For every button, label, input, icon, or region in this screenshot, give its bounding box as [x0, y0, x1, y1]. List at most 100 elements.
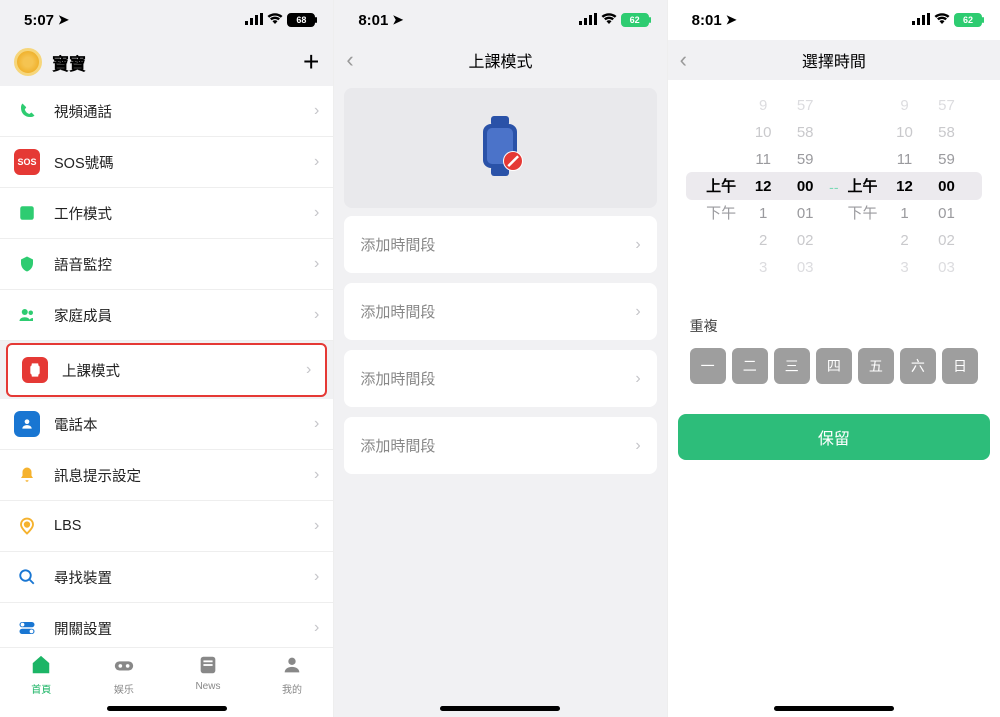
picker-row[interactable]: 上午 — [701, 175, 741, 199]
picker-row[interactable]: 下午 — [842, 202, 882, 226]
picker-row[interactable]: 10 — [743, 121, 783, 145]
picker-row[interactable]: 01 — [785, 202, 825, 226]
day-toggle-2[interactable]: 三 — [774, 348, 810, 384]
day-toggle-1[interactable]: 二 — [732, 348, 768, 384]
picker-row[interactable] — [701, 121, 741, 145]
day-toggle-6[interactable]: 日 — [942, 348, 978, 384]
picker-col-min[interactable]: 57 58 59 00 01 02 03 — [926, 94, 966, 280]
tab-3[interactable]: 我的 — [281, 654, 303, 696]
picker-row[interactable] — [842, 256, 882, 280]
picker-row[interactable]: 1 — [743, 202, 783, 226]
picker-row[interactable] — [701, 229, 741, 253]
picker-row[interactable] — [701, 256, 741, 280]
list-item-msg-alert[interactable]: 訊息提示設定› — [0, 450, 333, 501]
picker-row[interactable]: 2 — [884, 229, 924, 253]
time-picker-to[interactable]: 上午下午910111212357585900010203 — [842, 94, 966, 280]
picker-row[interactable]: 下午 — [701, 202, 741, 226]
status-bar: 8:01 ➤ 62 — [334, 0, 666, 40]
picker-row[interactable]: 9 — [884, 94, 924, 118]
list-item-work-mode[interactable]: 工作模式› — [0, 188, 333, 239]
picker-row[interactable]: 00 — [785, 175, 825, 199]
back-button[interactable]: ‹ — [680, 47, 687, 73]
picker-row[interactable] — [842, 229, 882, 253]
picker-row[interactable]: 59 — [926, 148, 966, 172]
time-picker-from[interactable]: 上午下午910111212357585900010203 — [701, 94, 825, 280]
picker-row[interactable]: 2 — [743, 229, 783, 253]
day-toggle-3[interactable]: 四 — [816, 348, 852, 384]
home-indicator[interactable] — [107, 706, 227, 711]
picker-row[interactable]: 3 — [884, 256, 924, 280]
picker-col-ampm[interactable]: 上午下午 — [842, 94, 882, 280]
picker-col-hour[interactable]: 9101112123 — [884, 94, 924, 280]
tab-0[interactable]: 首頁 — [30, 654, 52, 696]
chevron-right-icon: › — [635, 370, 640, 388]
picker-row[interactable]: 58 — [926, 121, 966, 145]
chevron-right-icon: › — [314, 466, 319, 484]
list-item-class-mode[interactable]: 上課模式› — [6, 343, 327, 397]
save-button[interactable]: 保留 — [678, 414, 990, 460]
home-indicator[interactable] — [440, 706, 560, 711]
day-toggle-5[interactable]: 六 — [900, 348, 936, 384]
picker-col-ampm[interactable]: 上午下午 — [701, 94, 741, 280]
add-timeslot-2[interactable]: 添加時間段› — [344, 350, 656, 407]
add-timeslot-1[interactable]: 添加時間段› — [344, 283, 656, 340]
list-item-label: 視頻通話 — [54, 101, 300, 122]
picker-row[interactable]: 57 — [926, 94, 966, 118]
list-item-lbs[interactable]: LBS› — [0, 501, 333, 552]
picker-row[interactable]: 10 — [884, 121, 924, 145]
picker-row[interactable]: 9 — [743, 94, 783, 118]
tab-2[interactable]: News — [195, 654, 220, 692]
avatar[interactable] — [14, 48, 42, 76]
add-timeslot-3[interactable]: 添加時間段› — [344, 417, 656, 474]
picker-row[interactable] — [701, 94, 741, 118]
day-toggle-4[interactable]: 五 — [858, 348, 894, 384]
add-timeslot-0[interactable]: 添加時間段› — [344, 216, 656, 273]
list-item-phonebook[interactable]: 電話本› — [0, 399, 333, 450]
back-button[interactable]: ‹ — [346, 47, 353, 73]
picker-row[interactable]: 上午 — [842, 175, 882, 199]
picker-row[interactable]: 12 — [884, 175, 924, 199]
wifi-icon — [934, 12, 950, 28]
switch-icon — [14, 615, 40, 641]
day-toggle-0[interactable]: 一 — [690, 348, 726, 384]
picker-row[interactable]: 57 — [785, 94, 825, 118]
add-button[interactable]: + — [303, 48, 319, 76]
picker-row[interactable] — [842, 148, 882, 172]
picker-row[interactable]: 11 — [743, 148, 783, 172]
list-item-find-device[interactable]: 尋找裝置› — [0, 552, 333, 603]
picker-row[interactable]: 58 — [785, 121, 825, 145]
picker-row[interactable]: 00 — [926, 175, 966, 199]
picker-row[interactable]: 1 — [884, 202, 924, 226]
picker-row[interactable] — [842, 94, 882, 118]
picker-row[interactable]: 12 — [743, 175, 783, 199]
picker-row[interactable]: 02 — [926, 229, 966, 253]
picker-col-min[interactable]: 57 58 59 00 01 02 03 — [785, 94, 825, 280]
picker-row[interactable]: 3 — [743, 256, 783, 280]
location-icon: ➤ — [392, 12, 403, 28]
app-header: 寶寶 + — [0, 40, 333, 86]
picker-row[interactable]: 01 — [926, 202, 966, 226]
picker-row[interactable]: 11 — [884, 148, 924, 172]
wifi-icon — [601, 12, 617, 28]
picker-col-hour[interactable]: 9101112123 — [743, 94, 783, 280]
picker-row[interactable]: 02 — [785, 229, 825, 253]
battery-icon: 62 — [621, 13, 649, 27]
video-call-icon — [14, 98, 40, 124]
list-item-family[interactable]: 家庭成員› — [0, 290, 333, 341]
list-item-video-call[interactable]: 視頻通話› — [0, 86, 333, 137]
status-time: 5:07 — [24, 12, 54, 29]
picker-row[interactable]: 03 — [926, 256, 966, 280]
picker-row[interactable]: 03 — [785, 256, 825, 280]
settings-list[interactable]: 視頻通話›SOSSOS號碼›工作模式›語音監控›家庭成員›上課模式›電話本›訊息… — [0, 86, 333, 647]
home-indicator[interactable] — [774, 706, 894, 711]
chevron-right-icon: › — [314, 255, 319, 273]
picker-row[interactable] — [701, 148, 741, 172]
list-item-switch[interactable]: 開關設置› — [0, 603, 333, 647]
list-item-sos[interactable]: SOSSOS號碼› — [0, 137, 333, 188]
picker-row[interactable]: 59 — [785, 148, 825, 172]
tab-1[interactable]: 娱乐 — [113, 654, 135, 696]
tab-icon — [113, 654, 135, 679]
picker-row[interactable] — [842, 121, 882, 145]
hero-illustration — [344, 88, 656, 208]
list-item-voice-mon[interactable]: 語音監控› — [0, 239, 333, 290]
